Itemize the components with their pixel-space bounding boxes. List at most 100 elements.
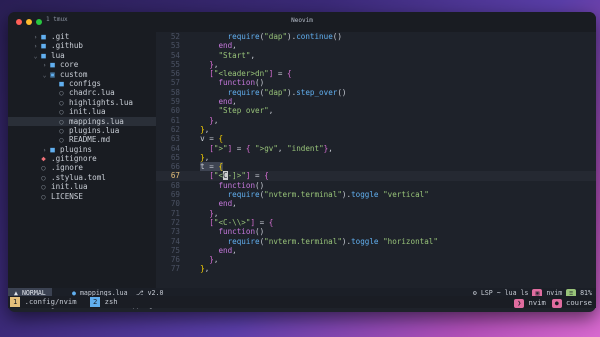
line-number: 74 — [170, 236, 180, 246]
title-bar: 1 tmux Neovim — [8, 12, 596, 32]
line-number: 57 — [170, 78, 180, 88]
code-text: end, — [218, 97, 237, 107]
code-line[interactable]: 72 ["<C-\\>"] = { — [156, 218, 596, 227]
line-number: 64 — [170, 143, 180, 153]
code-text: function() — [218, 227, 265, 237]
tree-item[interactable]: › ■ core — [8, 60, 156, 69]
line-number: 73 — [170, 227, 180, 237]
code-text: "Step over", — [218, 106, 274, 116]
tree-item[interactable]: ○ chadrc.lua — [8, 88, 156, 97]
line-number: 72 — [170, 217, 180, 227]
code-text: require("dap").step_over() — [227, 87, 347, 97]
code-text: require("nvterm.terminal").toggle "verti… — [227, 190, 429, 200]
tree-item[interactable]: ○ init.lua — [8, 107, 156, 116]
tree-item[interactable]: ■ configs — [8, 79, 156, 88]
code-line[interactable]: 65 }, — [156, 153, 596, 162]
code-line[interactable]: 52 require("dap").continue() — [156, 32, 596, 41]
code-line[interactable]: 56 ["<leader>dn"] = { — [156, 69, 596, 78]
code-text: [">"] = { ">gv", "indent"}, — [209, 143, 333, 153]
tmux-window-number: 2 — [90, 297, 101, 307]
line-number: 77 — [170, 264, 180, 274]
code-line[interactable]: 75 end, — [156, 246, 596, 255]
tree-item[interactable]: › ■ .github — [8, 41, 156, 50]
terminal-icon: ❯ — [514, 299, 525, 308]
code-line[interactable]: 74 require("nvterm.terminal").toggle "ho… — [156, 237, 596, 246]
folder-icon: ■ — [59, 78, 64, 88]
tree-item-label: .github — [51, 41, 84, 51]
code-text: function() — [218, 180, 265, 190]
line-number: 53 — [170, 41, 180, 51]
line-number: 62 — [170, 124, 180, 134]
folder-icon: ■ — [41, 41, 46, 51]
line-number: 61 — [170, 115, 180, 125]
window-title: Neovim — [291, 17, 313, 24]
code-line[interactable]: 66 t = { — [156, 162, 596, 172]
code-line[interactable]: 76 }, — [156, 255, 596, 264]
tree-item[interactable]: ○ README.md — [8, 135, 156, 144]
session-icon: ● — [551, 299, 562, 308]
code-text: ["<leader>dn"] = { — [209, 69, 292, 79]
code-line[interactable]: 58 require("dap").step_over() — [156, 88, 596, 97]
line-number: 54 — [170, 50, 180, 60]
code-line[interactable]: 73 function() — [156, 227, 596, 236]
file-icon: ○ — [41, 192, 46, 201]
tree-item[interactable]: › ■ .git — [8, 32, 156, 41]
tree-item-label: chadrc.lua — [69, 88, 115, 98]
tree-item[interactable]: ○ highlights.lua — [8, 98, 156, 107]
tree-item-label: mappings.lua — [69, 116, 124, 126]
code-line[interactable]: 62 }, — [156, 125, 596, 134]
code-line[interactable]: 59 end, — [156, 97, 596, 106]
code-text: }, — [200, 264, 210, 274]
line-number: 58 — [170, 87, 180, 97]
code-line[interactable]: 68 function() — [156, 181, 596, 190]
tree-item[interactable]: ◆ .gitignore — [8, 154, 156, 163]
code-text: v = { — [191, 134, 224, 144]
line-number: 76 — [170, 255, 180, 265]
tree-item[interactable]: ○ plugins.lua — [8, 126, 156, 135]
code-text: ["<C-\\>"] = { — [209, 217, 274, 227]
line-number: 59 — [170, 97, 180, 107]
code-text: end, — [218, 245, 237, 255]
line-number: 67 — [170, 171, 180, 181]
code-line[interactable]: 69 require("nvterm.terminal").toggle "ve… — [156, 190, 596, 199]
code-text: end, — [218, 199, 237, 209]
code-line[interactable]: 67 ["<C-]>"] = { — [156, 171, 596, 181]
tree-item-label: README.md — [69, 135, 111, 145]
code-line[interactable]: 64 [">"] = { ">gv", "indent"}, — [156, 144, 596, 153]
code-line[interactable]: 55 }, — [156, 60, 596, 69]
code-text: }, — [200, 152, 210, 162]
code-line[interactable]: 77 }, — [156, 264, 596, 273]
code-text: function() — [218, 78, 265, 88]
code-line[interactable]: 60 "Step over", — [156, 106, 596, 115]
tree-item[interactable]: › ■ plugins — [8, 145, 156, 154]
code-text: require("dap").continue() — [227, 32, 342, 41]
code-line[interactable]: 70 end, — [156, 199, 596, 208]
code-line[interactable]: 53 end, — [156, 41, 596, 50]
code-line[interactable]: 54 "Start", — [156, 51, 596, 60]
tmux-window-number: 1 — [10, 297, 21, 307]
tmux-window-2[interactable]: 2 zsh — [90, 297, 118, 307]
code-line[interactable]: 61 }, — [156, 116, 596, 125]
tree-item-label: plugins — [60, 144, 93, 154]
tmux-session-nvim: ❯ nvim — [514, 297, 546, 309]
tree-item[interactable]: ○ .stylua.toml — [8, 173, 156, 182]
tree-item[interactable]: ⌄ ■ lua — [8, 51, 156, 60]
tree-item-label: custom — [60, 69, 88, 79]
code-line[interactable]: 57 function() — [156, 78, 596, 87]
code-line[interactable]: 63 v = { — [156, 134, 596, 143]
tmux-window-1[interactable]: 1 .config/nvim — [10, 297, 77, 307]
tree-item[interactable]: ⌄ ▣ custom — [8, 70, 156, 79]
folder-icon: ■ — [50, 144, 55, 154]
folder-icon: ■ — [41, 32, 46, 41]
tree-item-label: .gitignore — [51, 154, 97, 164]
code-editor[interactable]: 52 require("dap").continue() 53 end, 54 "S… — [156, 32, 596, 288]
tree-item[interactable]: ○ mappings.lua — [8, 116, 156, 126]
code-text: }, — [209, 208, 219, 218]
tree-item[interactable]: ○ init.lua — [8, 182, 156, 191]
tree-item[interactable]: ○ LICENSE — [8, 192, 156, 201]
line-number: 75 — [170, 245, 180, 255]
tree-item[interactable]: ○ .ignore — [8, 163, 156, 172]
code-line[interactable]: 71 }, — [156, 209, 596, 218]
line-number: 66 — [170, 162, 180, 172]
line-number: 55 — [170, 59, 180, 69]
